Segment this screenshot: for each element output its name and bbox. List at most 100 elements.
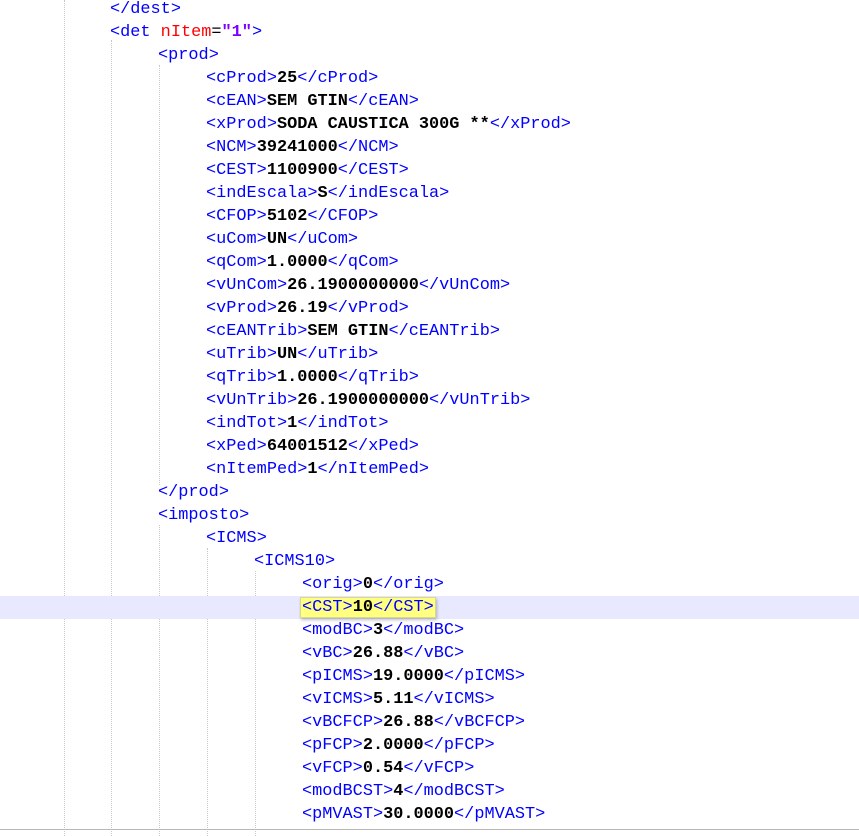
element-orig: <orig>0</orig> xyxy=(302,575,444,594)
opening-tag: <vBCFCP> xyxy=(302,713,384,732)
element-uTrib: <uTrib>UN</uTrib> xyxy=(206,345,378,364)
code-line[interactable]: <nItemPed>1</nItemPed> xyxy=(0,458,859,481)
code-line[interactable]: <indEscala>S</indEscala> xyxy=(0,182,859,205)
element-vBCFCP: <vBCFCP>26.88</vBCFCP> xyxy=(302,713,525,732)
code-line-content: </dest> xyxy=(110,0,181,21)
opening-tag-end: > xyxy=(324,552,336,571)
element-value: 0 xyxy=(362,575,373,594)
closing-tag: </cEAN> xyxy=(347,92,419,111)
code-line-content: <uTrib>UN</uTrib> xyxy=(206,343,378,366)
code-line[interactable]: </prod> xyxy=(0,481,859,504)
code-line-content: <vBC>26.88</vBC> xyxy=(302,642,464,665)
opening-tag: <vICMS> xyxy=(302,690,373,709)
element-vUnTrib: <vUnTrib>26.1900000000</vUnTrib> xyxy=(206,391,530,410)
code-line[interactable]: <vICMS>5.11</vICMS> xyxy=(0,688,859,711)
code-line[interactable]: <vUnTrib>26.1900000000</vUnTrib> xyxy=(0,389,859,412)
closing-tag: </uCom> xyxy=(287,230,359,249)
element-xProd: <xProd>SODA CAUSTICA 300G **</xProd> xyxy=(206,115,571,134)
opening-tag: <pICMS> xyxy=(302,667,373,686)
code-line[interactable]: <xPed>64001512</xPed> xyxy=(0,435,859,458)
code-line[interactable]: <CST>10</CST> xyxy=(0,596,859,619)
opening-tag: <vBC> xyxy=(302,644,353,663)
code-line[interactable]: <vBCFCP>26.88</vBCFCP> xyxy=(0,711,859,734)
opening-tag-end: > xyxy=(256,529,267,548)
code-line[interactable]: <CFOP>5102</CFOP> xyxy=(0,205,859,228)
code-line-content: <nItemPed>1</nItemPed> xyxy=(206,458,429,481)
code-line[interactable]: <uTrib>UN</uTrib> xyxy=(0,343,859,366)
element-cProd: <cProd>25</cProd> xyxy=(206,69,378,88)
code-line[interactable]: <vUnCom>26.1900000000</vUnCom> xyxy=(0,274,859,297)
opening-tag: <uCom> xyxy=(206,230,267,249)
code-line[interactable]: <pFCP>2.0000</pFCP> xyxy=(0,734,859,757)
code-line-content: <indTot>1</indTot> xyxy=(206,412,388,435)
element-NCM: <NCM>39241000</NCM> xyxy=(206,138,399,157)
code-line[interactable]: <imposto> xyxy=(0,504,859,527)
element-value: 1100900 xyxy=(266,161,338,180)
opening-tag: <cEANTrib> xyxy=(206,322,308,341)
code-line[interactable]: <qCom>1.0000</qCom> xyxy=(0,251,859,274)
closing-tag: </vBCFCP> xyxy=(433,713,526,732)
code-line-content: <orig>0</orig> xyxy=(302,573,444,596)
code-line[interactable]: <uCom>UN</uCom> xyxy=(0,228,859,251)
opening-tag: <ICMS xyxy=(206,529,257,548)
opening-tag: <vProd> xyxy=(206,299,277,318)
code-line-content: <CST>10</CST> xyxy=(300,596,436,619)
closing-tag: </pMVAST> xyxy=(454,805,546,824)
element-indEscala: <indEscala>S</indEscala> xyxy=(206,184,449,203)
element-indTot: <indTot>1</indTot> xyxy=(206,414,388,433)
closing-tag: </modBCST> xyxy=(403,782,505,801)
code-line[interactable]: <orig>0</orig> xyxy=(0,573,859,596)
element-modBCST: <modBCST>4</modBCST> xyxy=(302,782,505,801)
element-cEAN: <cEAN>SEM GTIN</cEAN> xyxy=(206,92,419,111)
code-line-content: <ICMS> xyxy=(206,527,267,550)
closing-tag: </cProd> xyxy=(297,69,379,88)
code-line[interactable]: <vProd>26.19</vProd> xyxy=(0,297,859,320)
editor-bottom-border xyxy=(0,829,859,830)
code-line-content: <CEST>1100900</CEST> xyxy=(206,159,409,182)
code-line[interactable]: <prod> xyxy=(0,44,859,67)
code-line[interactable]: <vFCP>0.54</vFCP> xyxy=(0,757,859,780)
element-CST: <CST>10</CST> xyxy=(300,597,436,618)
code-line-content: <xProd>SODA CAUSTICA 300G **</xProd> xyxy=(206,113,571,136)
code-line[interactable]: <vBC>26.88</vBC> xyxy=(0,642,859,665)
closing-tag: </NCM> xyxy=(337,138,399,157)
opening-tag-end: > xyxy=(239,506,250,525)
code-line[interactable]: <cEANTrib>SEM GTIN</cEANTrib> xyxy=(0,320,859,343)
code-line[interactable]: <cEAN>SEM GTIN</cEAN> xyxy=(0,90,859,113)
code-line[interactable]: <ICMS> xyxy=(0,527,859,550)
element-value: 3 xyxy=(372,621,384,640)
element-pMVAST: <pMVAST>30.0000</pMVAST> xyxy=(302,805,545,824)
element-value: 26.19 xyxy=(276,299,328,318)
code-line[interactable]: <pMVAST>30.0000</pMVAST> xyxy=(0,803,859,826)
code-line[interactable]: <xProd>SODA CAUSTICA 300G **</xProd> xyxy=(0,113,859,136)
xml-editor[interactable]: </dest> <det nItem="1"> <prod> <cProd>25</c… xyxy=(0,0,859,836)
code-line[interactable]: <indTot>1</indTot> xyxy=(0,412,859,435)
code-line-content: <vICMS>5.11</vICMS> xyxy=(302,688,495,711)
element-value: 26.88 xyxy=(352,644,404,663)
code-line[interactable]: </dest> xyxy=(0,0,859,21)
closing-tag: </vProd> xyxy=(327,299,409,318)
code-line[interactable]: <modBCST>4</modBCST> xyxy=(0,780,859,803)
opening-tag: <orig> xyxy=(302,575,363,594)
element-value: UN xyxy=(266,230,288,249)
code-line[interactable]: <det nItem="1"> xyxy=(0,21,859,44)
element-value: 1 xyxy=(287,414,298,433)
element-cEANTrib: <cEANTrib>SEM GTIN</cEANTrib> xyxy=(206,322,500,341)
code-line[interactable]: <modBC>3</modBC> xyxy=(0,619,859,642)
element-value: 26.1900000000 xyxy=(287,276,419,295)
code-line[interactable]: <NCM>39241000</NCM> xyxy=(0,136,859,159)
closing-tag: </CFOP> xyxy=(307,207,379,226)
code-line[interactable]: <qTrib>1.0000</qTrib> xyxy=(0,366,859,389)
closing-tag: </indTot> xyxy=(297,414,389,433)
code-line[interactable]: <pICMS>19.0000</pICMS> xyxy=(0,665,859,688)
closing-tag: </indEscala> xyxy=(327,184,450,203)
code-line[interactable]: <cProd>25</cProd> xyxy=(0,67,859,90)
code-line-content: <vProd>26.19</vProd> xyxy=(206,297,409,320)
element-value: 5.11 xyxy=(372,690,414,709)
opening-tag: <vUnCom> xyxy=(206,276,288,295)
code-line[interactable]: <ICMS10> xyxy=(0,550,859,573)
element-modBC: <modBC>3</modBC> xyxy=(302,621,464,640)
opening-tag: <CFOP> xyxy=(206,207,267,226)
code-line-content: <pFCP>2.0000</pFCP> xyxy=(302,734,495,757)
code-line[interactable]: <CEST>1100900</CEST> xyxy=(0,159,859,182)
